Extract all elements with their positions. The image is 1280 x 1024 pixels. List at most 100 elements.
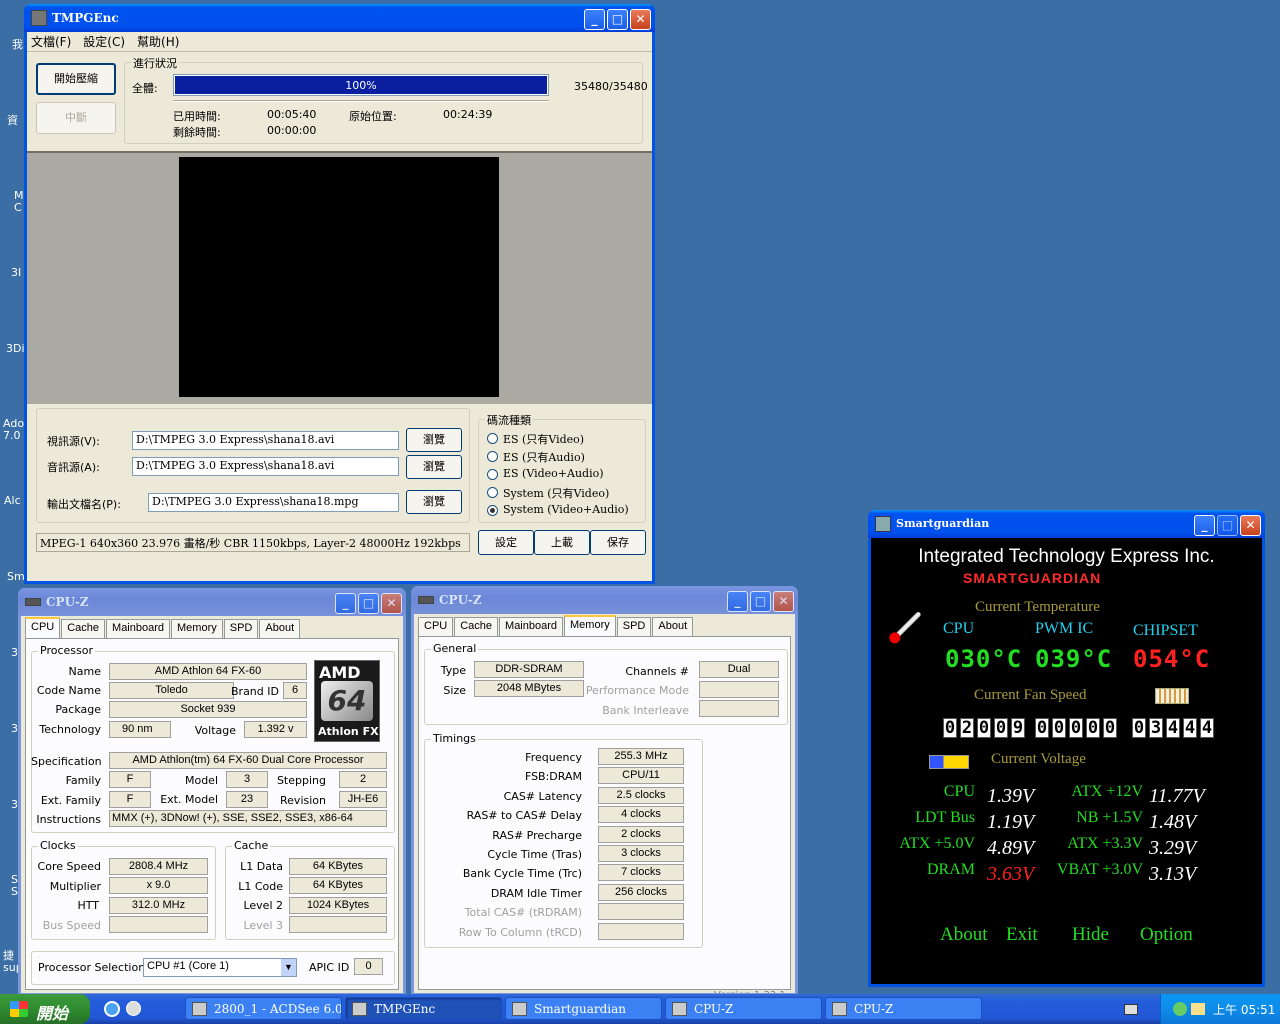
desktop-icon-label[interactable]: Ado 7.0 xyxy=(3,418,24,442)
stream-type-label[interactable]: System (Video+Audio) xyxy=(503,503,629,516)
setup-button[interactable]: 設定 xyxy=(478,530,534,555)
stop-button[interactable]: 中斷 xyxy=(36,102,116,134)
stepping-label: Stepping xyxy=(276,774,326,787)
task-app-icon xyxy=(352,1002,367,1016)
cpuz2-titlebar[interactable]: CPU-Z _ □ ✕ xyxy=(411,586,798,614)
desktop-icon-label[interactable]: S S xyxy=(11,874,18,898)
voltage-value: 1.39V xyxy=(987,785,1035,807)
exit-button[interactable]: Exit xyxy=(1006,924,1038,946)
tmpgenc-titlebar[interactable]: TMPGEnc _ □ ✕ xyxy=(24,4,655,32)
tab-spd[interactable]: SPD xyxy=(223,619,259,640)
menu-file[interactable]: 文檔(F) xyxy=(31,33,71,50)
tray-network-icon[interactable] xyxy=(1173,1002,1187,1016)
ie-icon[interactable] xyxy=(104,1001,120,1017)
processor-selection-dropdown[interactable]: CPU #1 (Core 1) ▼ xyxy=(143,958,297,977)
fan1-speed: 02009 xyxy=(943,718,1025,738)
stream-type-label[interactable]: ES (只有Video) xyxy=(503,431,584,447)
tab-spd[interactable]: SPD xyxy=(616,617,652,638)
browse-output-button[interactable]: 瀏覽 xyxy=(406,490,462,514)
taskbar-button[interactable]: CPU-Z xyxy=(825,997,982,1020)
start-label: 開始 xyxy=(36,1004,69,1023)
timing-label: DRAM Idle Timer xyxy=(490,886,582,900)
maximize-button[interactable]: □ xyxy=(607,9,628,30)
tab-memory[interactable]: Memory xyxy=(564,615,616,636)
fan-icon xyxy=(1155,688,1189,704)
close-button[interactable]: ✕ xyxy=(381,593,402,614)
close-button[interactable]: ✕ xyxy=(1240,515,1261,536)
close-button[interactable]: ✕ xyxy=(773,591,794,612)
start-encode-button[interactable]: 開始壓縮 xyxy=(36,63,116,95)
taskbar-button[interactable]: TMPGEnc xyxy=(345,997,502,1020)
stream-type-radio[interactable] xyxy=(487,469,498,480)
tab-cpu[interactable]: CPU xyxy=(25,617,61,638)
cpu-temp-value: 030°C xyxy=(945,645,1023,673)
desktop-icon-label[interactable]: 3 xyxy=(11,722,18,735)
tab-cpu[interactable]: CPU xyxy=(418,617,454,638)
chipset-temp-label: CHIPSET xyxy=(1133,622,1198,639)
maximize-button[interactable]: □ xyxy=(358,593,379,614)
desktop-icon-label[interactable]: Sm xyxy=(7,570,25,583)
browse-video-button[interactable]: 瀏覽 xyxy=(406,428,462,452)
extmodel-label: Ext. Model xyxy=(160,793,218,806)
menu-help[interactable]: 幫助(H) xyxy=(137,33,179,50)
load-button[interactable]: 上載 xyxy=(534,530,590,555)
tab-memory[interactable]: Memory xyxy=(171,619,223,640)
stream-type-label[interactable]: ES (Video+Audio) xyxy=(503,467,604,480)
maximize-button[interactable]: □ xyxy=(750,591,771,612)
tab-cache[interactable]: Cache xyxy=(61,619,106,640)
minimize-button[interactable]: _ xyxy=(1194,515,1215,536)
smartguardian-titlebar[interactable]: Smartguardian _ □ ✕ xyxy=(868,510,1265,538)
start-button[interactable]: 開始 xyxy=(0,994,90,1024)
desktop-icon-label[interactable]: 3 xyxy=(11,798,18,811)
windows-logo-icon xyxy=(10,1001,28,1017)
stream-type-radio[interactable] xyxy=(487,505,498,516)
timing-value: 255.3 MHz xyxy=(598,748,684,765)
desktop-icon-label[interactable]: M C xyxy=(14,190,24,214)
busspeed-value xyxy=(109,916,208,933)
desktop-icon-label[interactable]: 3Di xyxy=(6,342,25,355)
tab-about[interactable]: About xyxy=(652,617,694,638)
desktop-icon-label[interactable]: 資 xyxy=(7,112,18,128)
tab-mainboard[interactable]: Mainboard xyxy=(106,619,171,640)
audio-source-field[interactable]: D:\TMPEG 3.0 Express\shana18.avi xyxy=(132,457,399,476)
menu-settings[interactable]: 設定(C) xyxy=(83,33,125,50)
voltage-label: ATX +5.0V xyxy=(899,835,975,852)
apicid-value: 0 xyxy=(354,958,383,975)
save-button[interactable]: 保存 xyxy=(590,530,646,555)
minimize-button[interactable]: _ xyxy=(335,593,356,614)
revision-value: JH-E6 xyxy=(339,791,387,808)
tray-volume-icon[interactable] xyxy=(1191,1003,1205,1015)
tab-cache[interactable]: Cache xyxy=(454,617,499,638)
minimize-button[interactable]: _ xyxy=(584,9,605,30)
hide-button[interactable]: Hide xyxy=(1072,924,1109,946)
taskbar-button[interactable]: Smartguardian xyxy=(505,997,662,1020)
desktop-icon-label[interactable]: 3 xyxy=(11,646,18,659)
stream-type-label[interactable]: ES (只有Audio) xyxy=(503,449,585,465)
tab-mainboard[interactable]: Mainboard xyxy=(499,617,564,638)
apicid-label: APIC ID xyxy=(309,961,350,974)
desktop-icon-label[interactable]: 我 xyxy=(12,36,23,52)
fan-digit: 0 xyxy=(1035,718,1049,738)
close-button[interactable]: ✕ xyxy=(630,9,651,30)
taskbar-button[interactable]: CPU-Z xyxy=(665,997,822,1020)
stream-type-radio[interactable] xyxy=(487,433,498,444)
desktop-icon-label[interactable]: 3I xyxy=(11,266,21,279)
quicklaunch-icon[interactable] xyxy=(126,1001,141,1016)
cpuz1-titlebar[interactable]: CPU-Z _ □ ✕ xyxy=(18,588,406,616)
tab-about[interactable]: About xyxy=(259,619,301,640)
about-button[interactable]: About xyxy=(940,924,988,946)
stream-type-radio[interactable] xyxy=(487,487,498,498)
keyboard-icon[interactable] xyxy=(1124,1004,1138,1015)
output-file-field[interactable]: D:\TMPEG 3.0 Express\shana18.mpg xyxy=(148,493,399,512)
stream-type-label[interactable]: System (只有Video) xyxy=(503,485,609,501)
desktop-icon-label[interactable]: Alc xyxy=(4,494,21,507)
minimize-button[interactable]: _ xyxy=(727,591,748,612)
stream-type-radio[interactable] xyxy=(487,451,498,462)
chevron-down-icon[interactable]: ▼ xyxy=(281,959,296,976)
browse-audio-button[interactable]: 瀏覽 xyxy=(406,455,462,479)
taskbar-button[interactable]: 2800_1 - ACDSee 6.0 xyxy=(185,997,342,1020)
voltage-value: 1.19V xyxy=(987,811,1035,833)
option-button[interactable]: Option xyxy=(1140,924,1193,946)
video-source-field[interactable]: D:\TMPEG 3.0 Express\shana18.avi xyxy=(132,431,399,450)
maximize-button[interactable]: □ xyxy=(1217,515,1238,536)
